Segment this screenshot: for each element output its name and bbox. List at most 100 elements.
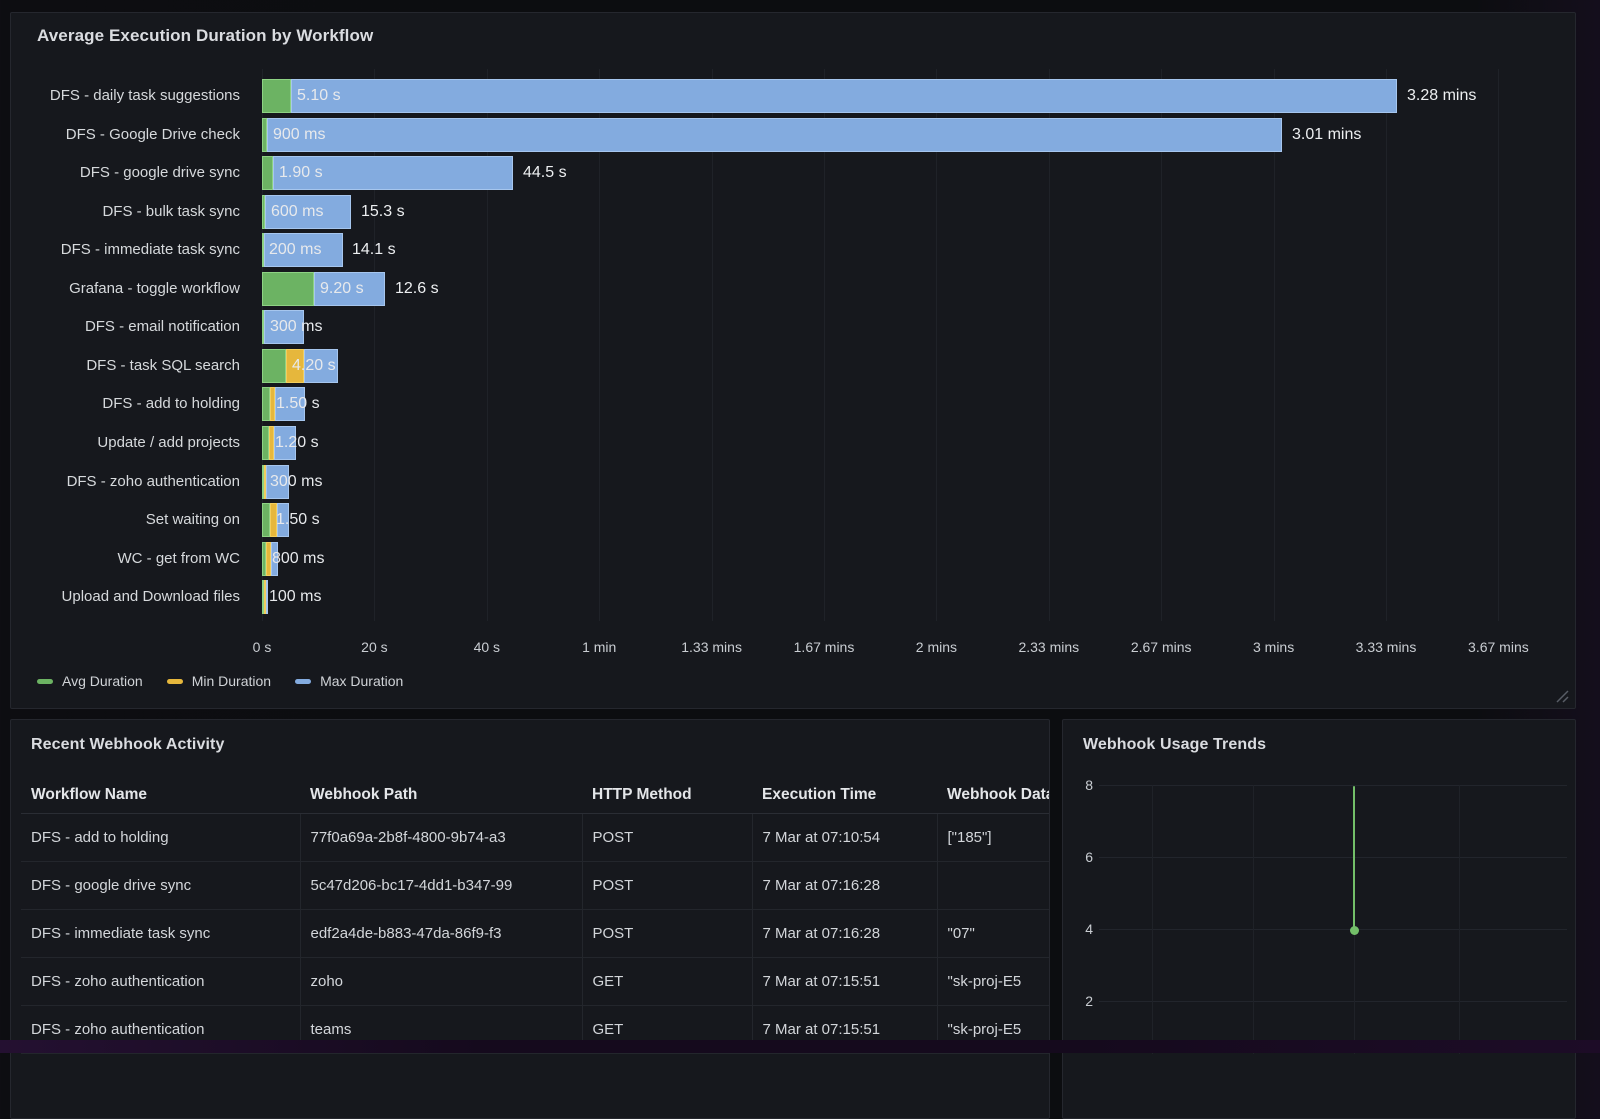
bar-value-label: 1.90 s xyxy=(279,156,323,190)
x-gridline xyxy=(374,69,375,621)
x-gridline xyxy=(599,69,600,621)
category-label: DFS - daily task suggestions xyxy=(11,79,252,113)
x-gridline xyxy=(1161,69,1162,621)
bar-value-label: 1.50 s xyxy=(276,387,320,421)
bar-value-label: 100 ms xyxy=(269,580,321,614)
x-tick-label: 3.67 mins xyxy=(1468,639,1529,655)
legend-label: Min Duration xyxy=(192,673,271,689)
table-cell: 7 Mar at 07:10:54 xyxy=(752,814,937,862)
category-label: Update / add projects xyxy=(11,426,252,460)
table-cell: POST xyxy=(582,814,752,862)
bar-max-label: 3.28 mins xyxy=(1407,79,1476,113)
category-label: DFS - add to holding xyxy=(11,387,252,421)
bar-value-label: 1.20 s xyxy=(275,426,319,460)
avg-bar-segment xyxy=(262,272,314,306)
webhook-trends-panel: Webhook Usage Trends 8642 xyxy=(1062,719,1576,1119)
x-tick-label: 2.33 mins xyxy=(1018,639,1079,655)
x-gridline xyxy=(824,69,825,621)
table-header-cell[interactable]: Execution Time xyxy=(752,776,937,814)
table-row: DFS - add to holding77f0a69a-2b8f-4800-9… xyxy=(21,814,1049,862)
x-tick-label: 2.67 mins xyxy=(1131,639,1192,655)
duration-legend: Avg Duration Min Duration Max Duration xyxy=(37,673,403,689)
duration-panel-title[interactable]: Average Execution Duration by Workflow xyxy=(37,26,373,46)
x-tick-label: 2 mins xyxy=(916,639,957,655)
avg-bar-segment xyxy=(262,349,286,383)
x-gridline xyxy=(936,69,937,621)
x-tick-label: 3.33 mins xyxy=(1356,639,1417,655)
bar-max-label: 44.5 s xyxy=(523,156,567,190)
x-tick-label: 3 mins xyxy=(1253,639,1294,655)
legend-label: Avg Duration xyxy=(62,673,143,689)
max-bar-segment xyxy=(267,118,1282,152)
table-cell: ["185"] xyxy=(937,814,1049,862)
x-gridline xyxy=(1498,69,1499,621)
bar-max-label: 12.6 s xyxy=(395,272,439,306)
table-cell: 7 Mar at 07:15:51 xyxy=(752,958,937,1006)
category-label: WC - get from WC xyxy=(11,542,252,576)
webhook-activity-panel: Recent Webhook Activity Workflow NameWeb… xyxy=(10,719,1050,1119)
x-gridline xyxy=(1386,69,1387,621)
bar-value-label: 5.10 s xyxy=(297,79,341,113)
trend-v-gridline xyxy=(1459,785,1460,1054)
trend-h-gridline xyxy=(1099,929,1567,930)
legend-swatch xyxy=(37,679,53,684)
table-header-cell[interactable]: Workflow Name xyxy=(21,776,300,814)
bar-max-label: 15.3 s xyxy=(361,195,405,229)
table-header-cell[interactable]: Webhook Data xyxy=(937,776,1049,814)
x-tick-label: 20 s xyxy=(361,639,387,655)
webhook-activity-title[interactable]: Recent Webhook Activity xyxy=(31,736,224,754)
legend-item[interactable]: Avg Duration xyxy=(37,673,143,689)
table-cell: "sk-proj-E5 xyxy=(937,958,1049,1006)
bar-group[interactable] xyxy=(262,118,1282,152)
category-label: DFS - Google Drive check xyxy=(11,118,252,152)
category-label: DFS - immediate task sync xyxy=(11,233,252,267)
x-gridline xyxy=(1049,69,1050,621)
category-label: DFS - task SQL search xyxy=(11,349,252,383)
trend-h-gridline xyxy=(1099,785,1567,786)
avg-bar-segment xyxy=(262,156,273,190)
bar-value-label: 200 ms xyxy=(269,233,321,267)
category-label: Set waiting on xyxy=(11,503,252,537)
x-gridline xyxy=(1274,69,1275,621)
trend-point xyxy=(1350,926,1359,935)
x-tick-label: 0 s xyxy=(253,639,272,655)
y-tick-label: 2 xyxy=(1063,992,1093,1010)
duration-panel: Average Execution Duration by Workflow D… xyxy=(10,12,1576,709)
table-header: Workflow NameWebhook PathHTTP MethodExec… xyxy=(21,776,1049,814)
bottom-edge-strip xyxy=(0,1040,1600,1053)
table-cell: DFS - zoho authentication xyxy=(21,958,300,1006)
table-row: DFS - immediate task syncedf2a4de-b883-4… xyxy=(21,910,1049,958)
x-gridline xyxy=(262,69,263,621)
avg-bar-segment xyxy=(262,79,291,113)
table-cell: DFS - google drive sync xyxy=(21,862,300,910)
table-cell: 7 Mar at 07:16:28 xyxy=(752,862,937,910)
bar-value-label: 300 ms xyxy=(270,310,322,344)
x-tick-label: 1.67 mins xyxy=(794,639,855,655)
bar-max-label: 3.01 mins xyxy=(1292,118,1361,152)
avg-bar-segment xyxy=(262,426,269,460)
legend-swatch xyxy=(167,679,183,684)
table-cell: POST xyxy=(582,862,752,910)
webhook-trends-title[interactable]: Webhook Usage Trends xyxy=(1083,736,1266,754)
table-cell: 7 Mar at 07:16:28 xyxy=(752,910,937,958)
legend-item[interactable]: Max Duration xyxy=(295,673,403,689)
table-cell: DFS - add to holding xyxy=(21,814,300,862)
table-cell: 77f0a69a-2b8f-4800-9b74-a3 xyxy=(300,814,582,862)
x-gridline xyxy=(712,69,713,621)
category-label: DFS - email notification xyxy=(11,310,252,344)
bar-group[interactable] xyxy=(262,79,1397,113)
table-cell: zoho xyxy=(300,958,582,1006)
table-header-cell[interactable]: Webhook Path xyxy=(300,776,582,814)
x-tick-label: 1.33 mins xyxy=(681,639,742,655)
avg-bar-segment xyxy=(262,387,270,421)
category-label: DFS - google drive sync xyxy=(11,156,252,190)
bar-group[interactable] xyxy=(262,580,268,614)
trend-h-gridline xyxy=(1099,857,1567,858)
legend-item[interactable]: Min Duration xyxy=(167,673,271,689)
y-tick-label: 4 xyxy=(1063,920,1093,938)
panel-resize-handle[interactable] xyxy=(1556,690,1569,703)
grafana-dashboard: { "colors":{ "avg_green":"#6cb363","avg_… xyxy=(0,0,1600,1053)
bar-value-label: 300 ms xyxy=(270,465,322,499)
category-label: Upload and Download files xyxy=(11,580,252,614)
table-header-cell[interactable]: HTTP Method xyxy=(582,776,752,814)
